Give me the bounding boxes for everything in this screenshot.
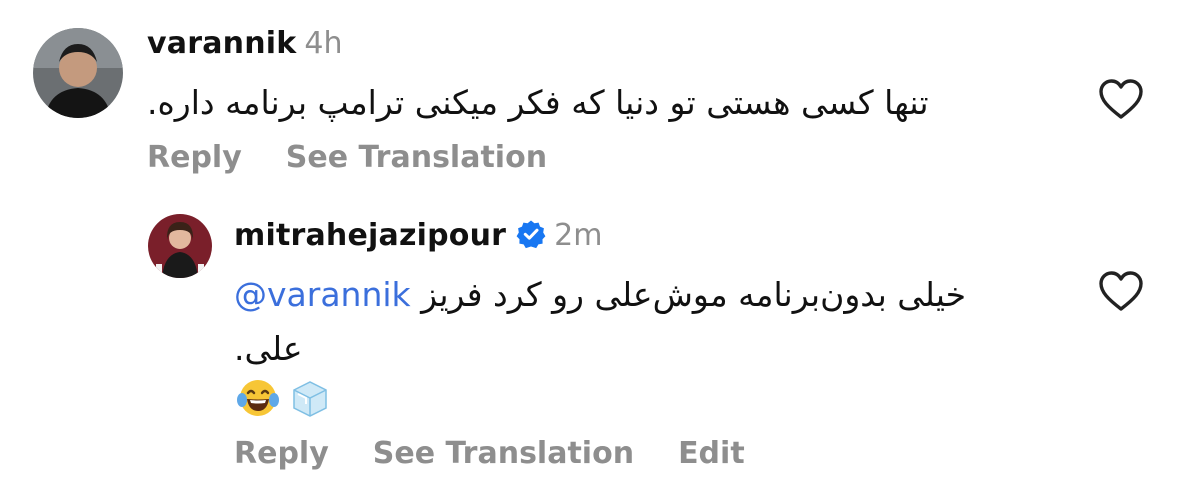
reply-button[interactable]: Reply [234, 436, 329, 471]
timestamp: 2m [554, 218, 603, 253]
verified-badge-icon [516, 220, 546, 249]
comment-mitrahejazipour: mitrahejazipour 2m خیلی بدون‌برنامه موش‌… [0, 190, 1200, 496]
see-translation-button[interactable]: See Translation [373, 436, 634, 471]
timestamp: 4h [304, 26, 343, 61]
heart-outline-icon[interactable] [1098, 78, 1144, 120]
reply-button[interactable]: Reply [147, 140, 242, 175]
emoji-row [236, 374, 340, 420]
comment-text-line2: علی. [234, 329, 303, 368]
mention-link[interactable]: @varannik [234, 275, 411, 314]
see-translation-button[interactable]: See Translation [286, 140, 547, 175]
ice-cube-icon [293, 380, 327, 417]
comment-text: خیلی بدون‌برنامه موش‌علی رو کرد فریز @va… [234, 268, 1024, 376]
edit-button[interactable]: Edit [678, 436, 745, 471]
comment-varannik: varannik 4h تنها کسی هستی تو دنیا که فکر … [0, 0, 1200, 190]
avatar[interactable] [33, 28, 123, 118]
comment-actions: Reply See Translation [147, 138, 591, 178]
comment-header: varannik 4h [147, 24, 343, 64]
comment-text-line1: خیلی بدون‌برنامه موش‌علی رو کرد فریز [421, 275, 967, 314]
comment-header: mitrahejazipour 2m [234, 216, 602, 256]
avatar[interactable] [148, 214, 212, 278]
username[interactable]: mitrahejazipour [234, 218, 506, 253]
username[interactable]: varannik [147, 26, 296, 61]
heart-outline-icon[interactable] [1098, 270, 1144, 312]
face-with-tears-of-joy-icon [237, 379, 279, 416]
comment-text: تنها کسی هستی تو دنیا که فکر میکنی ترامپ… [147, 83, 929, 122]
comment-actions: Reply See Translation Edit [234, 434, 789, 474]
